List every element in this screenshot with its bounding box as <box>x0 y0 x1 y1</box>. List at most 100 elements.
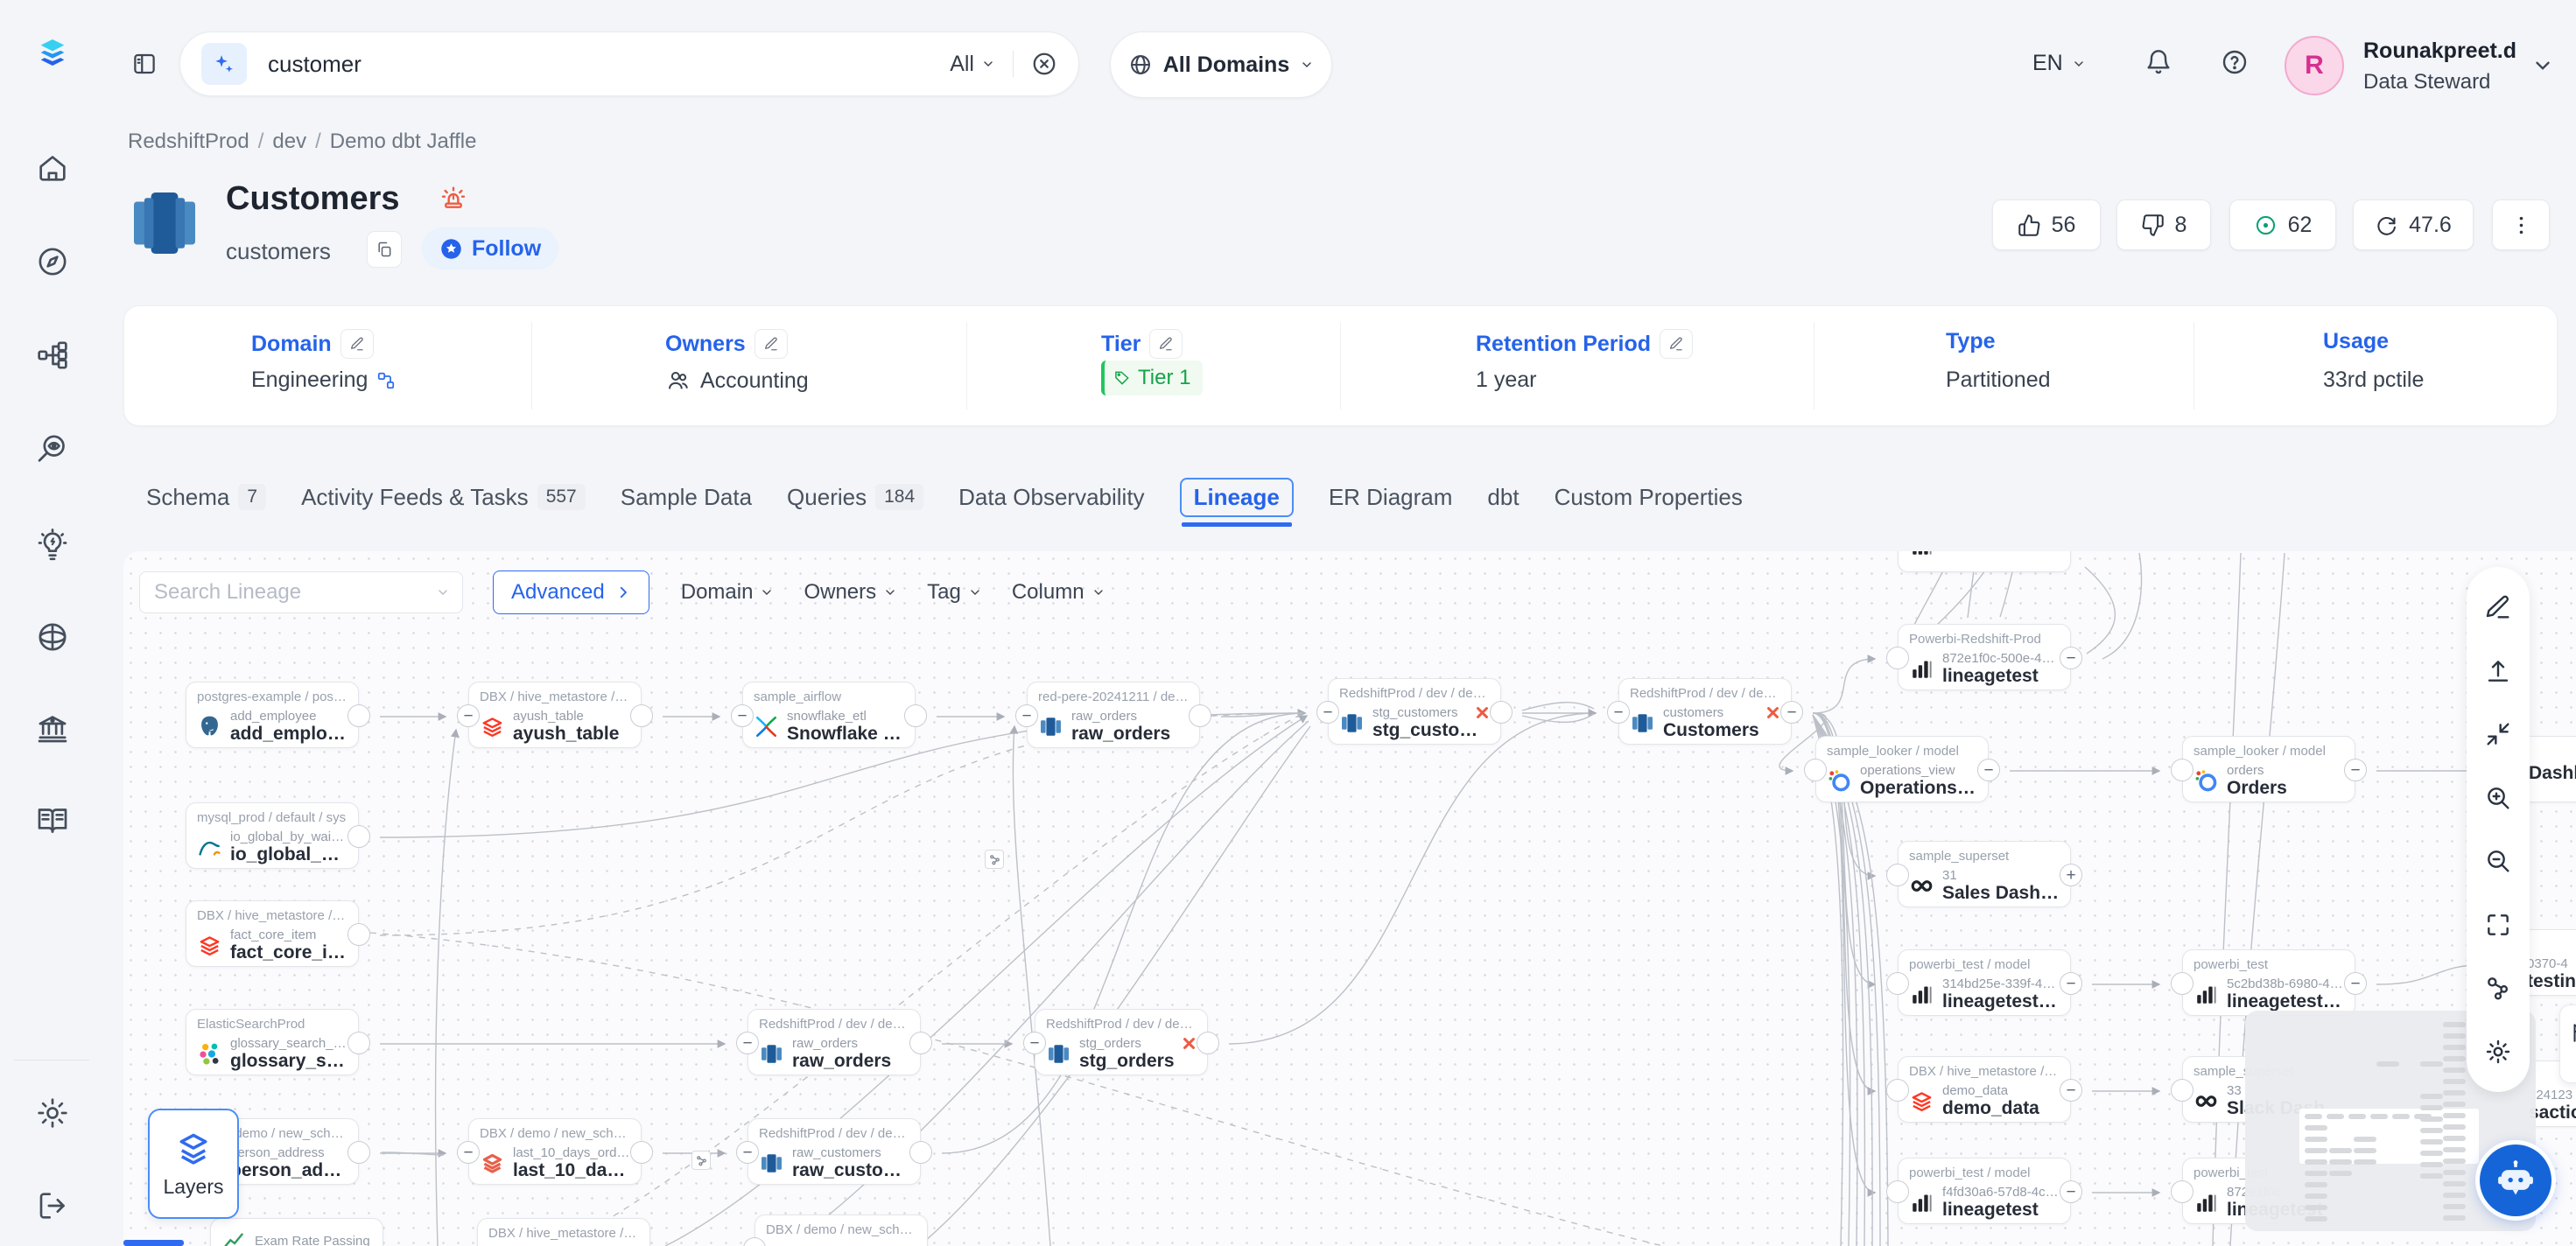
breadcrumb-item[interactable]: Demo dbt Jaffle <box>330 130 477 153</box>
downstream-port[interactable] <box>347 1032 370 1054</box>
downstream-port[interactable] <box>904 704 927 727</box>
lineage-node-l2w1[interactable]: powerbi_test / model314bd25e-339f-4bea-8… <box>1898 949 2071 1016</box>
zoom-in-icon[interactable] <box>2481 780 2516 816</box>
downstream-port[interactable] <box>630 704 653 727</box>
watchers-button[interactable]: 62 <box>2229 200 2336 250</box>
collapse-downstream-port[interactable]: − <box>2060 647 2082 669</box>
lineage-node-raw1[interactable]: red-pere-20241211 / dev / dbt_jaffleraw_… <box>1027 682 1200 748</box>
lineage-node-demo[interactable]: DBX / hive_metastore / defaultdemo_datad… <box>1898 1056 2071 1123</box>
breadcrumb-item[interactable]: RedshiftProd <box>128 130 249 153</box>
lineage-node-raw2[interactable]: RedshiftProd / dev / demo_dbt_jaffleraw_… <box>748 1009 921 1075</box>
lineage-filter-tag[interactable]: Tag <box>927 580 982 605</box>
lineage-node-dbxp1[interactable]: DBX / hive_metastore / default <box>477 1218 650 1246</box>
home-icon[interactable] <box>33 149 72 187</box>
upstream-port[interactable] <box>1886 1180 1909 1203</box>
lineage-search[interactable] <box>139 571 463 613</box>
upstream-port[interactable] <box>1886 1079 1909 1102</box>
lineage-node-opsview[interactable]: sample_looker / modeloperations_viewOper… <box>1815 736 1989 802</box>
locale-dropdown[interactable]: EN <box>2032 51 2086 76</box>
user-avatar[interactable]: R <box>2285 36 2344 95</box>
search-input[interactable] <box>266 50 950 79</box>
collapse-downstream-port[interactable]: − <box>2060 1079 2082 1102</box>
zoom-out-icon[interactable] <box>2481 844 2516 878</box>
tab-schema[interactable]: Schema7 <box>146 484 266 511</box>
lineage-node-last10[interactable]: DBX / demo / new_schemalast_10_days_orde… <box>468 1118 642 1185</box>
collapse-upstream-port[interactable]: − <box>1316 701 1339 724</box>
notifications-bell-icon[interactable] <box>2144 48 2172 76</box>
downstream-port[interactable] <box>347 704 370 727</box>
downstream-port[interactable] <box>630 1141 653 1164</box>
upstream-port[interactable] <box>1886 864 1909 886</box>
user-menu-chevron[interactable] <box>2531 54 2554 77</box>
lineage-node-fact[interactable]: DBX / hive_metastore / defaultfact_core_… <box>186 900 359 967</box>
lineage-filter-domain[interactable]: Domain <box>681 580 775 605</box>
domain-value[interactable]: Engineering <box>251 368 368 393</box>
collapse-upstream-port[interactable]: − <box>1015 704 1038 727</box>
lineage-node-l2w2[interactable]: powerbi_test5c2bd38b-6980-44c5-9a81-7b3.… <box>2182 949 2355 1016</box>
process-icon[interactable] <box>985 850 1004 869</box>
downstream-port[interactable] <box>347 1141 370 1164</box>
lineage-node-stgo[interactable]: RedshiftProd / dev / demo_dbt_jafflestg_… <box>1035 1009 1208 1075</box>
failed-check-icon[interactable] <box>1475 705 1490 720</box>
lineage-filter-owners[interactable]: Owners <box>804 580 897 605</box>
lineage-node-snow[interactable]: sample_airflowsnowflake_etlSnowflake ETL… <box>742 682 916 748</box>
failed-check-icon[interactable] <box>1765 705 1780 720</box>
export-upload-icon[interactable] <box>2481 654 2516 689</box>
edit-owners-button[interactable] <box>755 329 788 359</box>
web-globe-icon[interactable] <box>33 618 72 656</box>
logout-icon[interactable] <box>33 1186 72 1225</box>
follow-button[interactable]: Follow <box>422 228 558 270</box>
lineage-search-input[interactable] <box>152 579 436 606</box>
insights-icon[interactable] <box>33 526 72 564</box>
annotate-pencil-icon[interactable] <box>2481 590 2516 625</box>
collapse-upstream-port[interactable]: − <box>736 1032 759 1054</box>
lineage-node-stgc[interactable]: RedshiftProd / dev / demo_dbt_jafflestg_… <box>1328 678 1501 745</box>
collapse-downstream-port[interactable]: − <box>2060 1180 2082 1203</box>
upstream-port[interactable] <box>2171 1079 2193 1102</box>
ai-assistant-button[interactable] <box>2480 1144 2551 1216</box>
right-edge-panel[interactable] <box>2559 1004 2576 1083</box>
downstream-port[interactable] <box>909 1141 932 1164</box>
collapse-upstream-port[interactable]: − <box>731 704 754 727</box>
edit-domain-button[interactable] <box>340 329 374 359</box>
glossary-book-icon[interactable] <box>33 802 72 840</box>
lineage-node-ltest2[interactable]: powerbi_test / modelf4fd30a6-57d8-4cf9-b… <box>1898 1158 2071 1224</box>
lineage-node-cust[interactable]: RedshiftProd / dev / demo_dbt_jafflecust… <box>1618 678 1792 745</box>
lineage-node-orders[interactable]: sample_looker / modelordersOrders− <box>2182 736 2355 802</box>
upvote-button[interactable]: 56 <box>1992 200 2101 250</box>
downstream-port[interactable] <box>909 1032 932 1054</box>
explore-compass-icon[interactable] <box>33 242 72 281</box>
layers-button[interactable]: Layers <box>148 1109 239 1219</box>
collapse-downstream-port[interactable]: − <box>1780 701 1803 724</box>
downstream-port[interactable] <box>1197 1032 1219 1054</box>
settings-gear-icon[interactable] <box>33 1094 72 1132</box>
collapse-upstream-port[interactable]: − <box>1023 1032 1046 1054</box>
lineage-filter-column[interactable]: Column <box>1012 580 1106 605</box>
owners-value[interactable]: Accounting <box>700 368 809 394</box>
upstream-port[interactable] <box>2171 1180 2193 1203</box>
tab-lineage[interactable]: Lineage <box>1180 478 1294 517</box>
breadcrumb[interactable]: RedshiftProd/dev/Demo dbt Jaffle <box>128 130 476 154</box>
tier-badge[interactable]: Tier 1 <box>1101 360 1203 396</box>
edit-retention-button[interactable] <box>1660 329 1693 359</box>
collapse-upstream-port[interactable]: − <box>1607 701 1630 724</box>
tab-custom-properties[interactable]: Custom Properties <box>1555 484 1743 511</box>
tab-activity-feeds-tasks[interactable]: Activity Feeds & Tasks557 <box>301 484 586 511</box>
collapse-downstream-port[interactable]: − <box>1977 759 2000 781</box>
expand-downstream-port[interactable]: + <box>2060 864 2082 886</box>
advanced-filters-button[interactable]: Advanced <box>493 570 649 614</box>
ai-sparkle-icon[interactable] <box>201 43 247 85</box>
collapse-upstream-port[interactable]: − <box>736 1141 759 1164</box>
collapse-upstream-port[interactable]: − <box>457 704 480 727</box>
atlan-logo[interactable] <box>33 33 72 72</box>
downstream-port[interactable] <box>347 923 370 946</box>
collapse-view-icon[interactable] <box>2481 717 2516 752</box>
upstream-port[interactable] <box>1886 972 1909 995</box>
fullscreen-icon[interactable] <box>2481 907 2516 942</box>
lineage-settings-gear-icon[interactable] <box>2481 1034 2516 1069</box>
breadcrumb-item[interactable]: dev <box>272 130 306 153</box>
collapse-upstream-port[interactable]: − <box>457 1141 480 1164</box>
lineage-node-sales[interactable]: sample_superset31Sales Dashboard+ <box>1898 841 2071 907</box>
lineage-node-exam[interactable]: Exam Rate Passing <box>210 1218 383 1246</box>
lineage-node-pbitop[interactable]: Powerbi-Redshift-Prod872e1f0c-500e-4e28-… <box>1898 624 2071 690</box>
